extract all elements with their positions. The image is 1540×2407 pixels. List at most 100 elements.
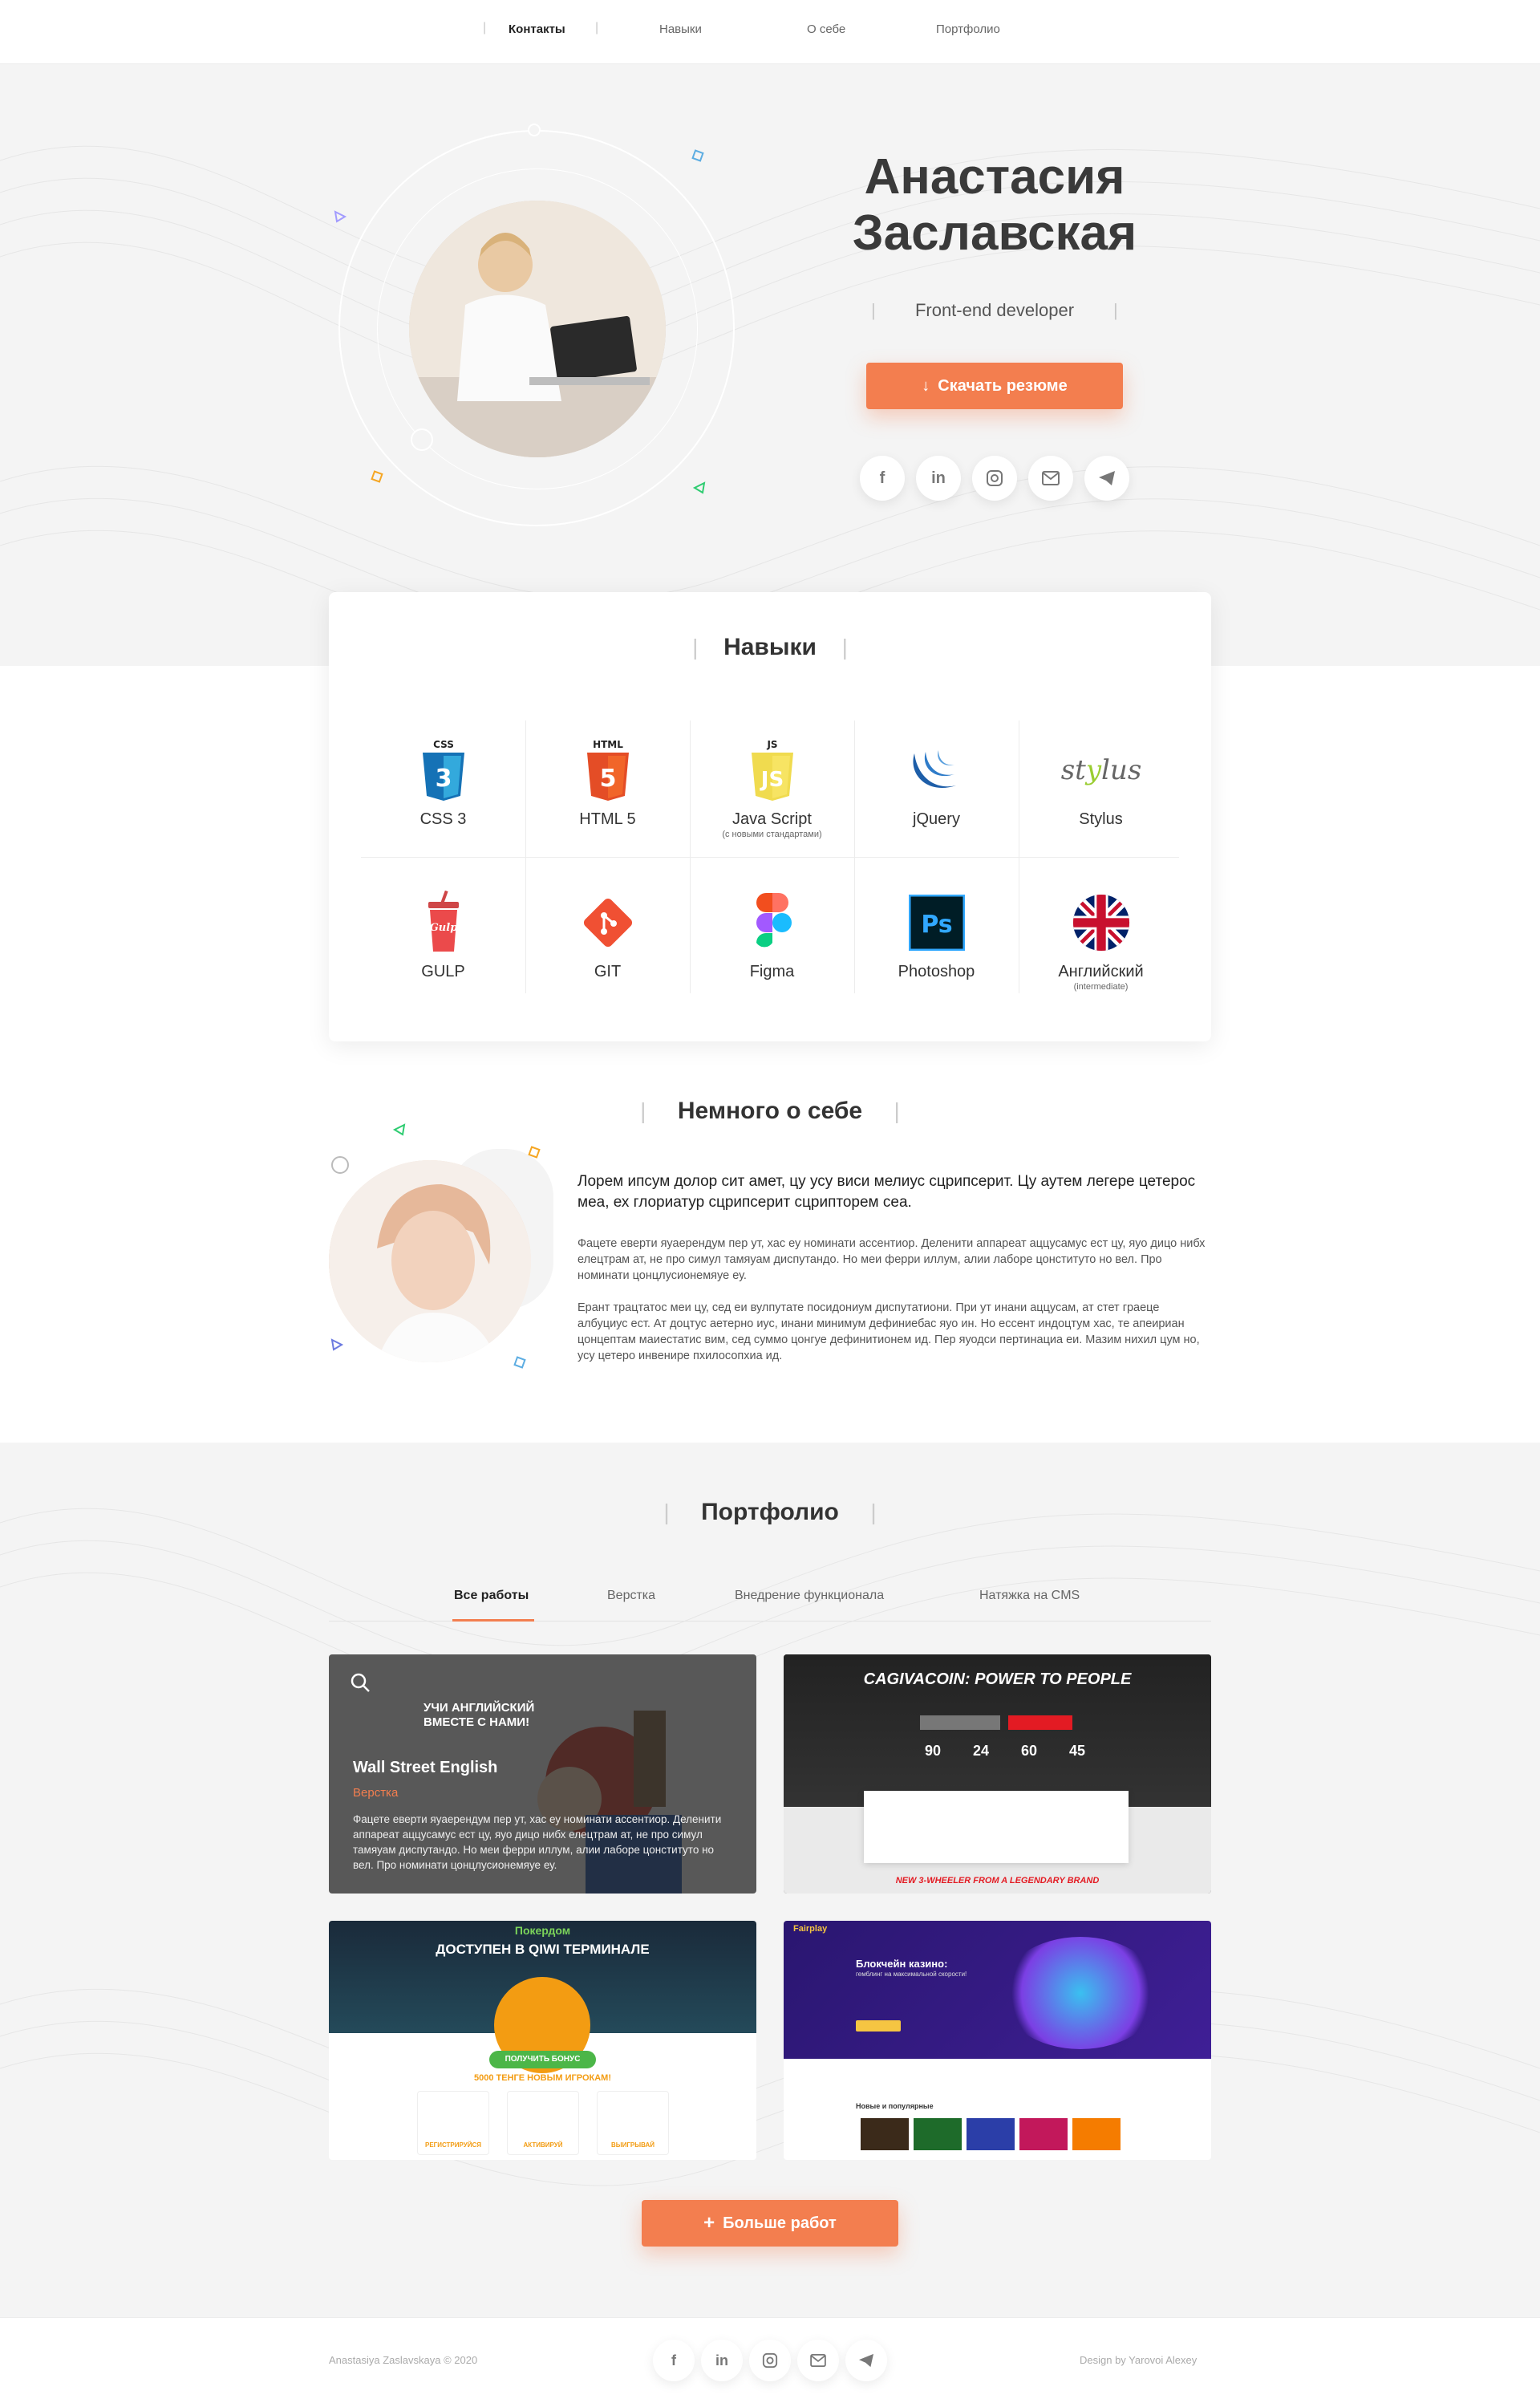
about-paragraph-1: Фацете еверти яуаерендум пер ут, хас еу … [578, 1237, 1206, 1282]
countdown-value: 90 [924, 1743, 942, 1759]
profile-illustration [409, 201, 666, 457]
gulp-icon: Gulp [415, 891, 472, 955]
game-tile [1019, 2118, 1068, 2150]
work-step-label: ВЫИГРЫВАЙ [611, 2141, 654, 2149]
work-footer: NEW 3-WHEELER FROM A LEGENDARY BRAND [895, 1876, 1100, 1885]
work-button [1008, 1715, 1072, 1730]
tab-layout[interactable]: Верстка [607, 1589, 655, 1603]
svg-text:JS: JS [760, 768, 784, 792]
deco-triangle-icon [334, 210, 346, 223]
figma-icon [744, 891, 801, 955]
about-photo [329, 1160, 531, 1362]
work-bonus: 5000 ТЕНГЕ НОВЫМ ИГРОКАМ! [474, 2073, 611, 2083]
deco-triangle-icon [330, 1338, 343, 1351]
nav-bracket: | [483, 21, 487, 35]
wave-pattern [0, 1508, 1540, 2186]
work-headline: ДОСТУПЕН В QIWI ТЕРМИНАЛЕ [436, 1942, 650, 1957]
svg-text:Ps: Ps [921, 911, 952, 939]
portfolio-item-pokerdom[interactable]: Покердом ДОСТУПЕН В QIWI ТЕРМИНАЛЕ ПОЛУЧ… [329, 1921, 756, 2160]
nav-item-skills[interactable]: Навыки [659, 22, 702, 36]
linkedin-icon[interactable]: in [916, 456, 961, 501]
deco-triangle-icon [693, 481, 706, 494]
mail-icon[interactable] [797, 2340, 839, 2381]
nav-item-portfolio[interactable]: Портфолио [936, 22, 1000, 36]
tab-cms[interactable]: Натяжка на CMS [979, 1589, 1080, 1603]
work-subheadline: гемблинг на максимальной скорости! [856, 1971, 967, 1978]
work-step-card: ВЫИГРЫВАЙ [597, 2091, 669, 2155]
uk-flag-icon [1072, 891, 1130, 955]
role-bracket: | [1113, 300, 1118, 320]
skill-sublabel: (с новыми стандартами) [722, 830, 822, 839]
footer-design-credit: Design by Yarovoi Alexey [1080, 2354, 1198, 2366]
svg-text:Gulp: Gulp [430, 922, 458, 934]
skill-label: Stylus [1079, 810, 1123, 828]
skills-title: | Навыки | [329, 634, 1211, 661]
game-tile [967, 2118, 1015, 2150]
linkedin-icon[interactable]: in [701, 2340, 743, 2381]
arrow-down-icon: ↓ [922, 376, 930, 395]
more-works-label: Больше работ [723, 2214, 837, 2232]
work-step-card: АКТИВИРУЙ [507, 2091, 579, 2155]
nav-item-about[interactable]: О себе [807, 22, 845, 36]
skill-label: GULP [421, 963, 465, 980]
skill-label: HTML 5 [579, 810, 636, 828]
top-navigation: | Контакты | Навыки О себе Портфолио [0, 0, 1540, 64]
countdown-value: 24 [972, 1743, 990, 1759]
work-tag: Верстка [353, 1786, 399, 1800]
skills-title-text: Навыки [723, 634, 817, 660]
instagram-icon[interactable] [972, 456, 1017, 501]
nav-item-contacts[interactable]: Контакты [509, 22, 565, 36]
jquery-icon [908, 738, 966, 802]
work-card [864, 1791, 1129, 1863]
portfolio-item-cagivacoin[interactable]: CAGIVACOIN: POWER TO PEOPLE 90 24 60 45 … [784, 1654, 1211, 1894]
hero-name-last: Заславская [852, 205, 1137, 261]
skill-label: Figma [749, 963, 795, 980]
work-step-label: АКТИВИРУЙ [523, 2141, 563, 2149]
grid-divider [361, 857, 1179, 858]
svg-text:5: 5 [600, 765, 617, 793]
work-button [856, 2020, 901, 2032]
skill-gulp: Gulp GULP [361, 873, 525, 1009]
skill-label: Photoshop [898, 963, 975, 980]
portfolio-item-fairplay[interactable]: Fairplay Блокчейн казино: гемблинг на ма… [784, 1921, 1211, 2160]
work-brand: Fairplay [793, 1924, 828, 1934]
work-button [920, 1715, 1000, 1730]
countdown-value: 45 [1068, 1743, 1086, 1759]
more-works-button[interactable]: + Больше работ [642, 2200, 898, 2247]
css3-badge: CSS [433, 739, 454, 750]
stylus-icon: stylus [1060, 754, 1142, 786]
hero-background [0, 64, 1540, 666]
game-tile [914, 2118, 962, 2150]
instagram-icon[interactable] [749, 2340, 791, 2381]
download-resume-button[interactable]: ↓ Скачать резюме [866, 363, 1123, 409]
nav-bracket: | [595, 21, 599, 35]
portfolio-item-wall-street[interactable]: УЧИ АНГЛИЙСКИЙ ВМЕСТЕ С НАМИ! Wall Stree… [329, 1654, 756, 1894]
telegram-icon[interactable] [845, 2340, 887, 2381]
tab-active-indicator [452, 1619, 534, 1622]
orbit-dot [411, 428, 433, 451]
photoshop-icon: Ps [908, 891, 966, 955]
deco-square-icon [371, 470, 383, 483]
work-button: ПОЛУЧИТЬ БОНУС [489, 2051, 596, 2068]
title-bracket: | [692, 635, 717, 660]
tab-all-works[interactable]: Все работы [454, 1589, 529, 1603]
title-bracket: | [869, 1098, 900, 1123]
skill-html5: HTML 5 HTML 5 [525, 720, 690, 857]
portfolio-background [0, 1443, 1540, 2317]
portfolio-title-text: Портфолио [701, 1499, 839, 1525]
work-description: Фацете еверти яуаерендум пер ут, хас еу … [353, 1813, 722, 1871]
facebook-icon[interactable]: f [653, 2340, 695, 2381]
skill-label: CSS 3 [419, 810, 467, 828]
html5-icon: HTML 5 [579, 738, 637, 802]
search-icon[interactable] [350, 1672, 371, 1693]
mail-icon[interactable] [1028, 456, 1073, 501]
tab-functionality[interactable]: Внедрение функционала [735, 1589, 884, 1603]
plus-icon: + [703, 2212, 715, 2234]
game-tile [1072, 2118, 1121, 2150]
git-icon [579, 891, 637, 955]
skill-sublabel: (intermediate) [1073, 982, 1129, 992]
facebook-icon[interactable]: f [860, 456, 905, 501]
profile-photo [409, 201, 666, 457]
telegram-icon[interactable] [1084, 456, 1129, 501]
work-banner: УЧИ АНГЛИЙСКИЙ ВМЕСТЕ С НАМИ! [424, 1701, 535, 1729]
